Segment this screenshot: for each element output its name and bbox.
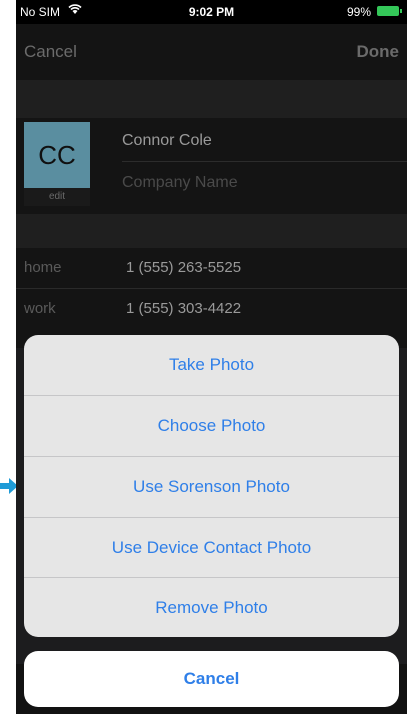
contact-header: CC edit Connor Cole Company Name [16, 118, 407, 214]
cancel-button[interactable]: Cancel [24, 42, 77, 62]
status-bar: No SIM 9:02 PM 99% [16, 0, 407, 24]
edit-photo-button[interactable]: edit [24, 188, 90, 206]
use-sorenson-photo-button[interactable]: Use Sorenson Photo [24, 457, 399, 517]
phone-screen: No SIM 9:02 PM 99% Cancel Done CC edit C… [16, 0, 407, 714]
phone-label: work [24, 300, 56, 317]
contact-name-field[interactable]: Connor Cole [122, 132, 212, 150]
phone-numbers-list: home 1 (555) 263-5525 work 1 (555) 303-4… [16, 248, 407, 348]
navigation-bar: Cancel Done [16, 24, 407, 80]
section-spacer [16, 80, 407, 118]
phone-number: 1 (555) 263-5525 [126, 259, 242, 276]
avatar-initials: CC [38, 139, 76, 170]
done-button[interactable]: Done [357, 42, 400, 62]
remove-photo-button[interactable]: Remove Photo [24, 578, 399, 637]
phone-number: 1 (555) 303-4422 [126, 300, 242, 317]
battery-icon [377, 6, 402, 16]
action-sheet-cancel-button[interactable]: Cancel [24, 651, 399, 707]
phone-label: home [24, 259, 62, 276]
take-photo-button[interactable]: Take Photo [24, 335, 399, 395]
section-spacer [16, 214, 407, 248]
use-device-contact-photo-button[interactable]: Use Device Contact Photo [24, 518, 399, 578]
photo-action-sheet: Take Photo Choose Photo Use Sorenson Pho… [24, 335, 399, 637]
phone-row-work[interactable]: work 1 (555) 303-4422 [16, 289, 407, 329]
avatar[interactable]: CC [24, 122, 90, 188]
battery-percentage: 99% [346, 5, 371, 19]
company-name-field[interactable]: Company Name [122, 174, 238, 192]
phone-row-home[interactable]: home 1 (555) 263-5525 [16, 248, 407, 289]
divider [122, 161, 407, 162]
choose-photo-button[interactable]: Choose Photo [24, 396, 399, 456]
